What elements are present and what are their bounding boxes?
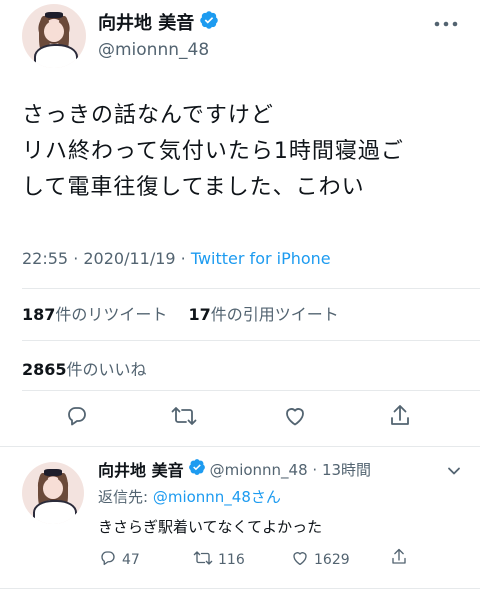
- reply-avatar[interactable]: [22, 462, 84, 524]
- reply-like-action[interactable]: 1629: [290, 549, 350, 571]
- verified-badge-icon: [199, 10, 219, 34]
- reply-author[interactable]: 向井地 美音 @mionnn_48 · 13時間: [98, 458, 371, 480]
- tweet-line-2: リハ終わって気付いたら1時間寝過ご: [22, 139, 404, 164]
- reply-count: 47: [122, 552, 140, 568]
- bottom-divider: [0, 588, 480, 589]
- reply-display-name[interactable]: 向井地 美音: [98, 457, 184, 481]
- like-icon[interactable]: [290, 549, 310, 571]
- like-count: 1629: [314, 552, 350, 568]
- reply-reply-action[interactable]: 47: [98, 549, 140, 571]
- retweet-icon[interactable]: [170, 404, 198, 432]
- main-tweet-text: さっきの話なんですけど リハ終わって気付いたら1時間寝過ご して電車往復してまし…: [22, 98, 472, 206]
- divider: [22, 288, 480, 289]
- share-icon[interactable]: [390, 547, 408, 571]
- reply-handle-time[interactable]: @mionnn_48 · 13時間: [210, 459, 371, 480]
- section-divider: [0, 446, 480, 447]
- retweet-icon[interactable]: [192, 549, 214, 571]
- divider: [22, 340, 480, 341]
- main-display-name[interactable]: 向井地 美音: [98, 9, 194, 35]
- chevron-down-icon[interactable]: [446, 462, 462, 481]
- like-icon[interactable]: [282, 404, 308, 432]
- divider: [22, 390, 480, 391]
- main-author[interactable]: 向井地 美音: [98, 10, 219, 34]
- tweet-line-3: して電車往復してました、こわい: [22, 175, 365, 200]
- reply-retweet-action[interactable]: 116: [192, 549, 245, 571]
- main-avatar[interactable]: [22, 4, 86, 68]
- share-icon[interactable]: [388, 403, 412, 433]
- likes-stat[interactable]: 2865件のいいね: [22, 356, 147, 380]
- reply-icon[interactable]: [64, 404, 90, 432]
- reply-to-line: 返信先: @mionnn_48さん: [98, 488, 281, 506]
- verified-badge-icon: [188, 458, 206, 480]
- retweet-count: 116: [218, 552, 245, 568]
- tweet-source[interactable]: Twitter for iPhone: [191, 249, 331, 268]
- quotes-stat[interactable]: 17件の引用ツイート: [189, 305, 339, 324]
- tweet-timestamp[interactable]: 22:55 · 2020/11/19 ·: [22, 249, 191, 268]
- reply-to-handle[interactable]: @mionnn_48: [153, 488, 251, 506]
- retweets-stat[interactable]: 187件のリツイート: [22, 305, 167, 324]
- engagement-stats: 187件のリツイート 17件の引用ツイート: [22, 301, 339, 325]
- reply-icon[interactable]: [98, 549, 118, 571]
- tweet-meta: 22:55 · 2020/11/19 · Twitter for iPhone: [22, 249, 331, 268]
- reply-tweet-text: きさらぎ駅着いてなくてよかった: [98, 518, 323, 536]
- main-handle[interactable]: @mionnn_48: [98, 40, 209, 60]
- more-icon[interactable]: [433, 14, 459, 27]
- tweet-line-1: さっきの話なんですけど: [22, 103, 274, 128]
